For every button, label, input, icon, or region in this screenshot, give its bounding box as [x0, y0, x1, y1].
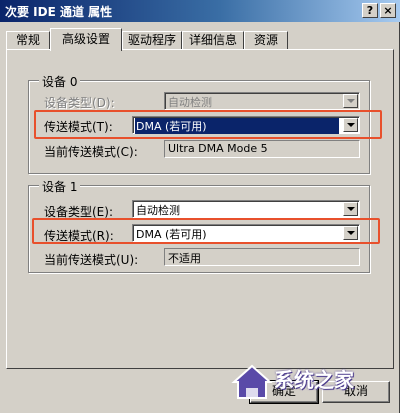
device-1-current-field: 不适用	[164, 248, 360, 266]
tab-driver[interactable]: 驱动程序	[122, 31, 182, 50]
tab-resources[interactable]: 资源	[244, 31, 288, 50]
device-0-group-title: 设备 0	[39, 73, 81, 90]
device-0-type-value: 自动检测	[168, 96, 212, 109]
device-1-type-value: 自动检测	[136, 204, 180, 217]
title-bar[interactable]: 次要 IDE 通道 属性 ? ×	[0, 0, 400, 22]
device-0-current-field: Ultra DMA Mode 5	[164, 140, 360, 158]
tab-general[interactable]: 常规	[6, 31, 50, 50]
window-title: 次要 IDE 通道 属性	[5, 5, 113, 19]
close-button[interactable]: ×	[380, 3, 396, 18]
device-0-mode-highlight	[34, 110, 382, 139]
device-0-current-label: 当前传送模式(C):	[44, 145, 138, 159]
device-0-type-label: 设备类型(D):	[44, 96, 115, 110]
watermark-text: 系统之家	[274, 368, 354, 392]
tab-details[interactable]: 详细信息	[182, 31, 244, 50]
help-button[interactable]: ?	[362, 3, 378, 18]
house-logo-icon	[231, 364, 273, 399]
watermark: 系统之家	[228, 356, 398, 408]
device-1-current-value: 不适用	[168, 252, 201, 265]
tab-advanced-settings[interactable]: 高级设置	[50, 28, 122, 51]
device-1-group-title: 设备 1	[39, 178, 81, 195]
chevron-down-icon	[343, 94, 358, 108]
device-0-type-select: 自动检测	[164, 92, 360, 110]
device-1-mode-highlight	[32, 218, 380, 244]
device-1-type-select[interactable]: 自动检测	[132, 200, 360, 218]
device-0-current-value: Ultra DMA Mode 5	[168, 142, 268, 155]
chevron-down-icon[interactable]	[343, 202, 358, 216]
properties-dialog: 次要 IDE 通道 属性 ? × 常规 高级设置 驱动程序 详细信息 资源 设备…	[0, 0, 400, 413]
device-1-current-label: 当前传送模式(U):	[44, 253, 139, 267]
